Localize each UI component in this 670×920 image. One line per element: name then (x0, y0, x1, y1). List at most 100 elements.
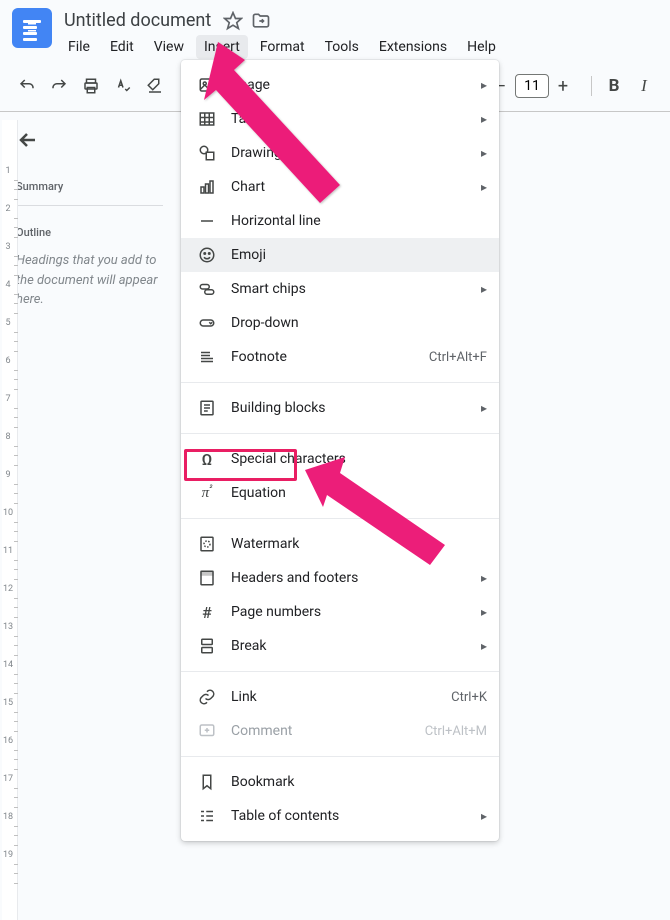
increase-font-button[interactable]: + (551, 74, 575, 98)
dropdown-item-footnote[interactable]: FootnoteCtrl+Alt+F (181, 340, 499, 374)
ruler-tick: 3 (2, 246, 17, 247)
docs-logo-icon[interactable] (12, 8, 52, 48)
omega-icon: Ω (197, 449, 217, 469)
dropdown-item-label: Bookmark (231, 774, 487, 790)
print-button[interactable] (76, 71, 106, 101)
hash-icon: # (197, 602, 217, 622)
emoji-icon (197, 245, 217, 265)
dropdown-item-label: Link (231, 689, 451, 705)
submenu-arrow-icon: ▸ (481, 180, 487, 194)
paint-format-button[interactable] (140, 71, 170, 101)
ruler-tick: 15 (2, 702, 17, 703)
pi-icon: π² (197, 483, 217, 503)
dropdown-item-bookmark[interactable]: Bookmark (181, 765, 499, 799)
star-icon[interactable] (223, 11, 243, 31)
dropdown-item-label: Footnote (231, 349, 429, 365)
dropdown-item-link[interactable]: LinkCtrl+K (181, 680, 499, 714)
redo-button[interactable] (44, 71, 74, 101)
menu-edit[interactable]: Edit (102, 35, 142, 59)
dropdown-item-label: Headers and footers (231, 570, 473, 586)
dropdown-item-building-blocks[interactable]: Building blocks▸ (181, 391, 499, 425)
drawing-icon (197, 143, 217, 163)
dropdown-item-page-numbers[interactable]: #Page numbers▸ (181, 595, 499, 629)
ruler-tick: 9 (2, 474, 17, 475)
ruler-tick: 4 (2, 284, 17, 285)
dropdown-item-chart[interactable]: Chart ▸ (181, 170, 499, 204)
dropdown-item-horizontal-line[interactable]: Horizontal line (181, 204, 499, 238)
submenu-arrow-icon: ▸ (481, 78, 487, 92)
dropdown-item-label: Emoji (231, 247, 487, 263)
dropdown-item-label: Table (231, 111, 473, 127)
menu-tools[interactable]: Tools (317, 35, 367, 59)
font-size-input[interactable] (515, 74, 549, 98)
font-size-group: − + (489, 74, 575, 98)
submenu-arrow-icon: ▸ (481, 112, 487, 126)
submenu-arrow-icon: ▸ (481, 146, 487, 160)
menubar: FileEditViewInsertFormatToolsExtensionsH… (60, 35, 670, 59)
outline-hint: Headings that you add to the document wi… (16, 251, 159, 310)
dropdown-item-label: Drawing (231, 145, 473, 161)
menu-insert[interactable]: Insert (196, 35, 248, 59)
link-icon (197, 687, 217, 707)
ruler-tick: 5 (2, 322, 17, 323)
menu-file[interactable]: File (60, 35, 98, 59)
hr-icon (197, 211, 217, 231)
image-icon (197, 75, 217, 95)
ruler-tick: 17 (2, 778, 17, 779)
headers-icon (197, 568, 217, 588)
undo-button[interactable] (12, 71, 42, 101)
dropdown-item-headers-and-footers[interactable]: Headers and footers▸ (181, 561, 499, 595)
document-title[interactable]: Untitled document (60, 8, 215, 33)
dropdown-item-label: Comment (231, 723, 425, 739)
menu-extensions[interactable]: Extensions (371, 35, 455, 59)
dropdown-item-watermark[interactable]: Watermark (181, 527, 499, 561)
ruler-tick: 2 (2, 208, 17, 209)
dropdown-item-label: Page numbers (231, 604, 473, 620)
dropdown-item-drawing[interactable]: Drawing ▸ (181, 136, 499, 170)
dropdown-item-label: Chart (231, 179, 473, 195)
dropdown-separator (181, 671, 499, 672)
header: Untitled document FileEditViewInsertForm… (0, 0, 670, 59)
chips-icon (197, 279, 217, 299)
dropdown-item-special-characters[interactable]: Ω Special characters (181, 442, 499, 476)
dropdown-item-drop-down[interactable]: Drop-down (181, 306, 499, 340)
sidebar: Summary Outline Headings that you add to… (0, 112, 175, 310)
dropdown-item-label: Special characters (231, 451, 487, 467)
dropdown-separator (181, 382, 499, 383)
summary-label: Summary (16, 180, 159, 193)
dropdown-separator (181, 433, 499, 434)
submenu-arrow-icon: ▸ (481, 282, 487, 296)
move-to-folder-icon[interactable] (251, 11, 271, 31)
back-arrow-icon[interactable] (16, 128, 40, 152)
blocks-icon (197, 398, 217, 418)
bold-button[interactable]: B (600, 72, 628, 100)
dropdown-item-table[interactable]: Table ▸ (181, 102, 499, 136)
ruler-tick: 19 (2, 854, 17, 855)
dropdown-item-break[interactable]: Break▸ (181, 629, 499, 663)
italic-button[interactable]: I (630, 72, 658, 100)
dropdown-item-smart-chips[interactable]: Smart chips▸ (181, 272, 499, 306)
sidebar-separator (12, 205, 163, 206)
dropdown-item-equation[interactable]: π²Equation (181, 476, 499, 510)
menu-format[interactable]: Format (252, 35, 313, 59)
bookmark-icon (197, 772, 217, 792)
dropdown-item-table-of-contents[interactable]: Table of contents▸ (181, 799, 499, 833)
chart-icon (197, 177, 217, 197)
ruler-tick: 13 (2, 626, 17, 627)
dropdown-item-emoji[interactable]: Emoji (181, 238, 499, 272)
insert-dropdown: Image ▸ Table ▸ Drawing ▸ Chart ▸ Horizontal lin… (181, 60, 499, 841)
watermark-icon (197, 534, 217, 554)
menu-help[interactable]: Help (459, 35, 504, 59)
ruler-tick: 14 (2, 664, 17, 665)
dropdown-item-label: Image (231, 77, 473, 93)
ruler-tick: 10 (2, 512, 17, 513)
table-icon (197, 109, 217, 129)
submenu-arrow-icon: ▸ (481, 401, 487, 415)
spellcheck-button[interactable] (108, 71, 138, 101)
dropdown-item-label: Break (231, 638, 473, 654)
outline-label: Outline (16, 226, 159, 239)
ruler-tick: 8 (2, 436, 17, 437)
dropdown-item-image[interactable]: Image ▸ (181, 68, 499, 102)
menu-view[interactable]: View (146, 35, 192, 59)
ruler-tick: 6 (2, 360, 17, 361)
